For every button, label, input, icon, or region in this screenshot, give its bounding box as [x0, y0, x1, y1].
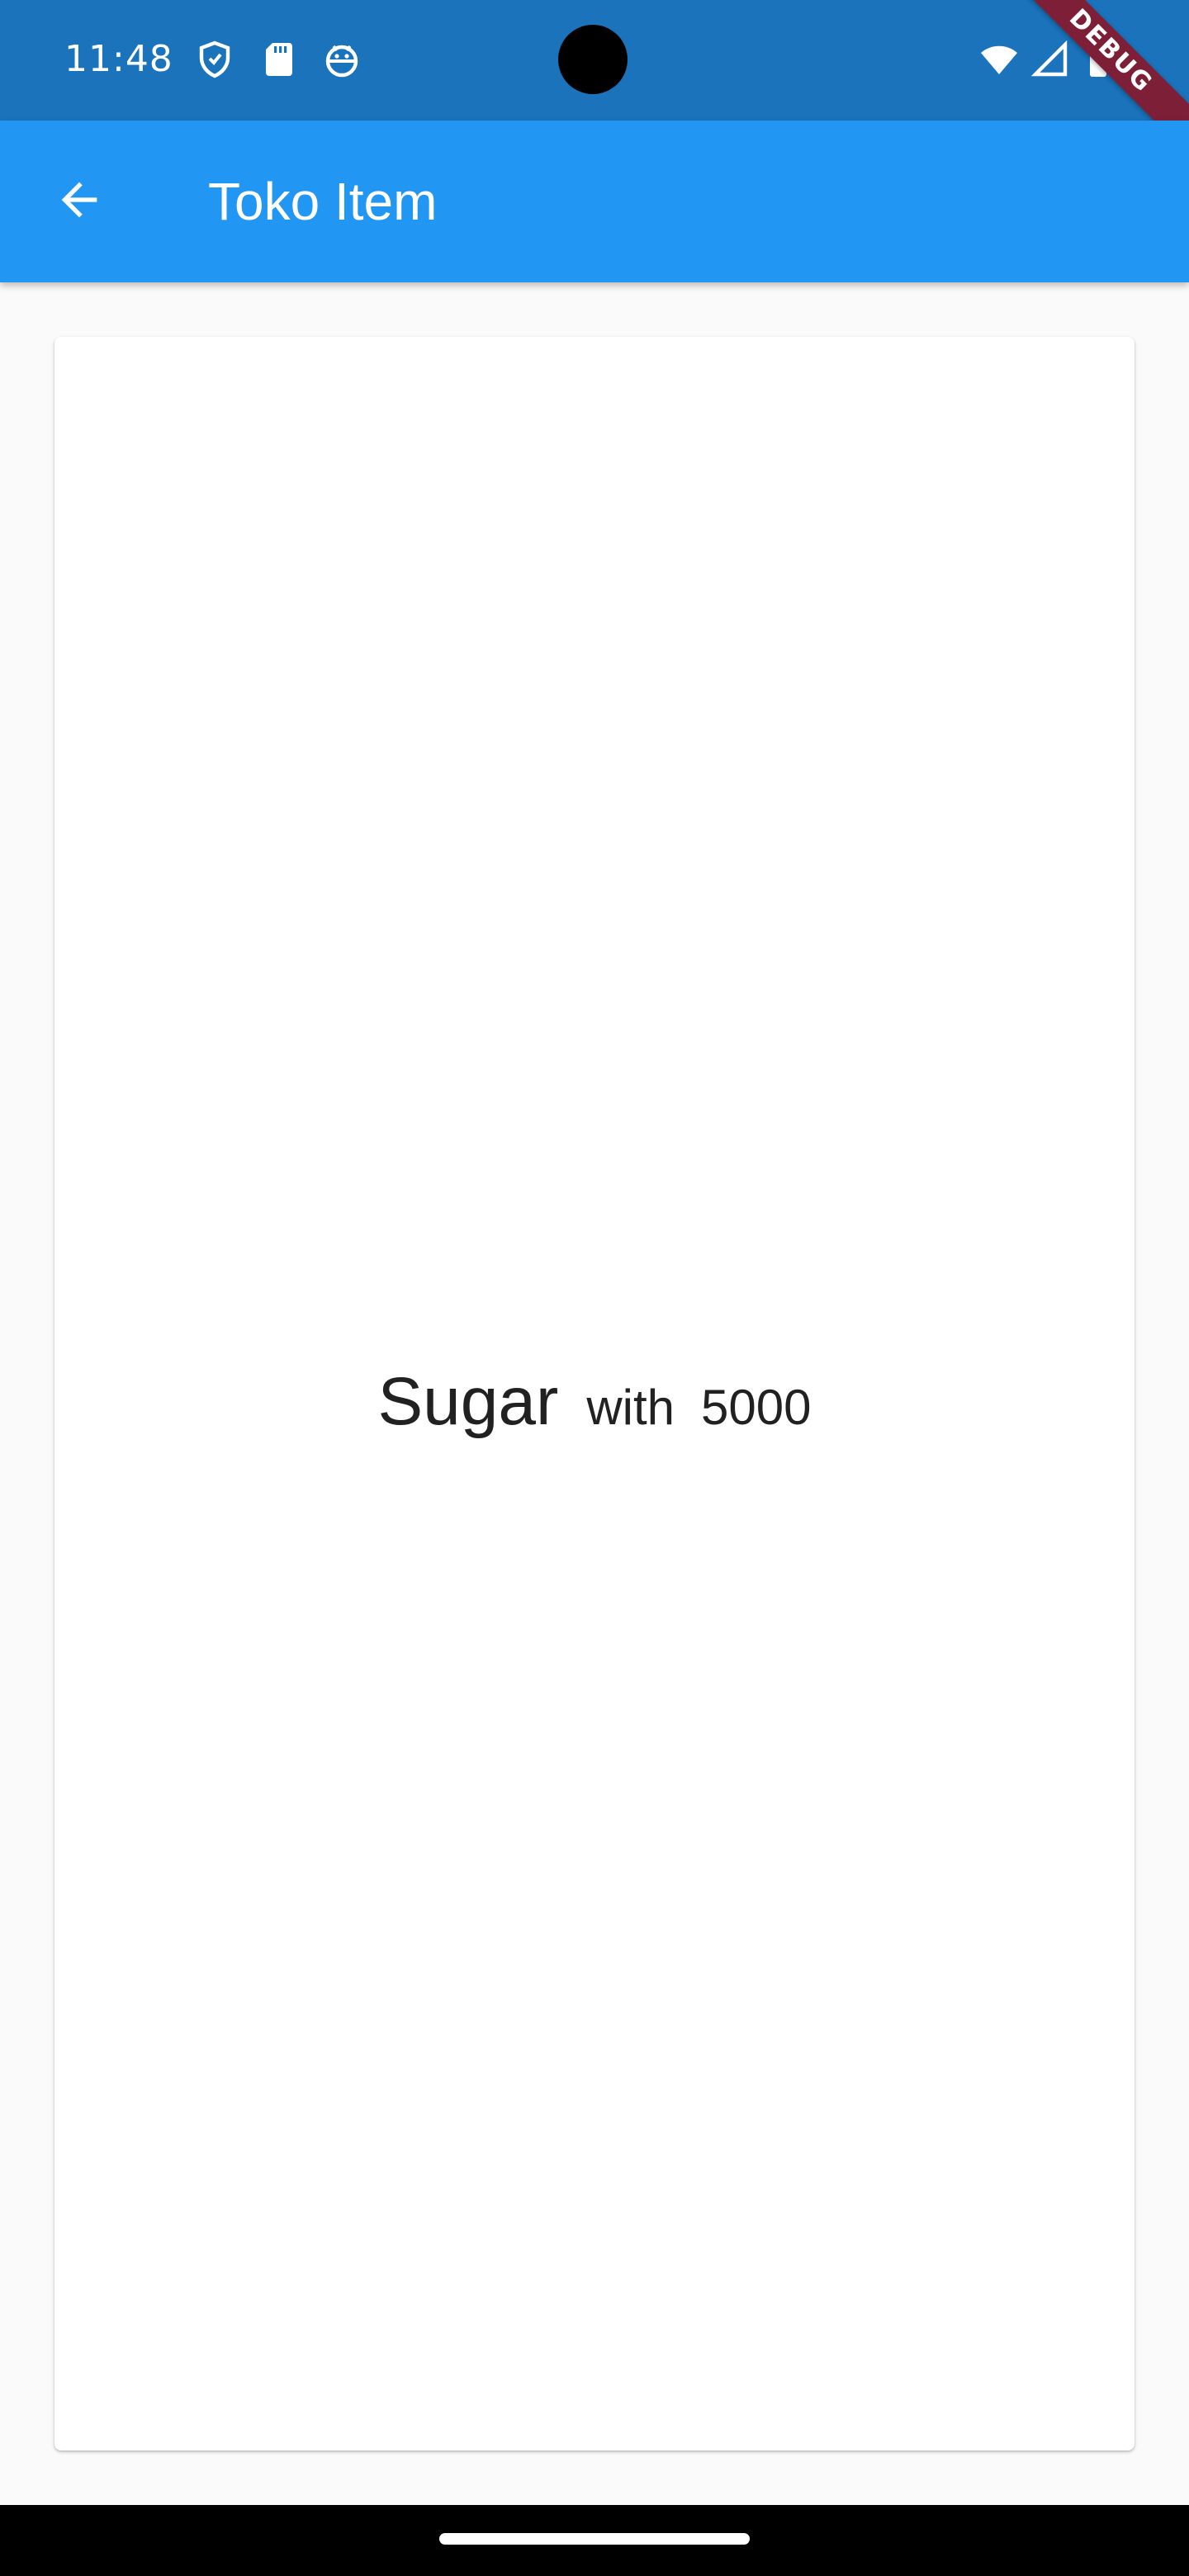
navigation-bar — [0, 2505, 1189, 2576]
arrow-back-icon — [53, 173, 106, 230]
page-title: Toko Item — [208, 172, 438, 231]
item-detail-row: Sugar with 5000 — [54, 1344, 1135, 1460]
item-price: 5000 — [701, 1380, 812, 1435]
item-card: Sugar with 5000 — [54, 337, 1135, 2451]
item-name: Sugar — [377, 1364, 559, 1439]
camera-cutout — [558, 25, 628, 94]
item-connector-text: with — [586, 1380, 675, 1435]
status-time: 11:48 — [64, 38, 173, 80]
back-button[interactable] — [40, 162, 119, 241]
android-icon — [322, 40, 362, 79]
signal-icon — [1030, 40, 1070, 79]
sd-card-icon — [259, 40, 299, 79]
shield-icon — [195, 40, 234, 79]
wifi-icon — [979, 40, 1019, 79]
home-indicator[interactable] — [439, 2533, 750, 2545]
status-bar: 11:48 DEBUG — [0, 0, 1189, 161]
app-bar: Toko Item — [0, 121, 1189, 282]
